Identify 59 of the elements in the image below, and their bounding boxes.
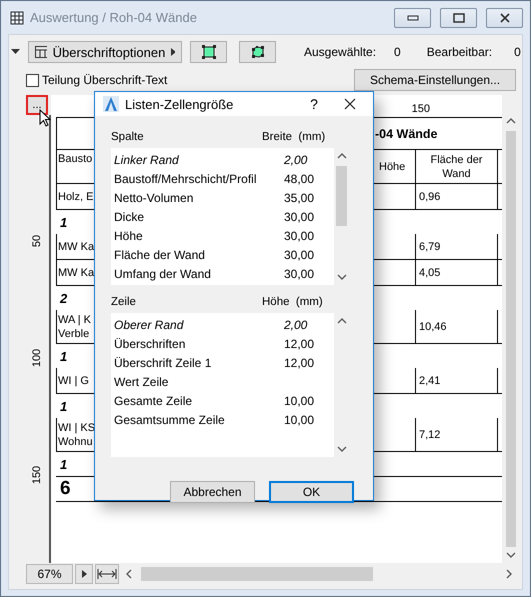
square-icon [202,45,216,59]
minimize-icon [406,14,418,20]
group-count: 1 [60,456,68,472]
group-count: 1 [60,348,68,364]
square-select-button[interactable] [190,41,227,63]
table-header-icon [35,46,47,58]
table-cell: 0,96 [416,184,498,209]
triangle-right-icon [82,570,86,578]
close-icon [498,12,510,22]
table-cell: 2,41 [416,368,498,393]
zoom-field[interactable]: 67% [26,564,73,584]
table-cell: 4,05 [416,260,498,285]
unit-heading: Breite (mm) [262,131,326,143]
group-count: 1 [60,214,68,230]
triangle-right-icon [171,48,175,56]
maximize-icon [452,12,464,22]
table-icon [10,10,24,24]
cube-icon [250,45,264,59]
heading-options-button[interactable]: Überschriftoptionen [28,41,182,63]
size-list-item[interactable]: Dicke 30,00 [111,207,334,226]
minimize-button[interactable] [394,8,431,28]
table-cell: 10,46 [416,310,498,343]
maximize-button[interactable] [440,8,477,28]
schema-settings-button[interactable]: Schema-Einstellungen... [354,69,516,91]
schedule-title: -04 Wände [375,126,438,140]
size-list-item[interactable]: Gesamte Zeile 10,00 [111,391,334,410]
checkbox-label: Teilung Überschrift-Text [42,73,168,87]
fit-width-button[interactable] [95,564,119,584]
unit-heading: Höhe (mm) [262,296,324,308]
close-icon [344,98,356,110]
close-button[interactable] [486,8,523,28]
cube-select-button[interactable] [239,41,276,63]
help-button[interactable]: ? [299,96,329,112]
table-header-cell: Fläche der Wand [416,150,498,183]
editable-label: Bearbeitbar: [426,45,492,59]
app-logo-icon [103,96,119,112]
selected-count: 0 [394,45,401,59]
window-title: Auswertung / Roh-04 Wände [30,10,198,25]
more-button[interactable]: ... [26,95,48,115]
checkbox[interactable] [26,74,39,86]
selected-label: Ausgewählte: [304,45,376,59]
dialog-title: Listen-Zellengröße [125,96,234,112]
zoom-menu-button[interactable] [75,564,93,584]
ruler-label: 100 [32,348,44,368]
ruler-label: 150 [412,103,430,115]
cancel-button[interactable]: Abbrechen [170,481,255,503]
editable-count: 0 [514,45,521,59]
table-cell: 6,79 [416,234,498,259]
column-heading: Spalte [111,131,145,143]
column-heading: Zeile [111,296,137,308]
fit-width-icon [97,569,117,579]
dropdown-triangle-icon[interactable] [11,49,20,55]
table-cell: 7,12 [416,418,498,451]
group-count: 2 [60,290,68,306]
ok-button[interactable]: OK [269,481,354,503]
group-count: 1 [60,398,68,414]
total-count: 6 [60,478,71,500]
ruler-label: 50 [32,234,44,248]
ruler-label: 150 [32,466,44,484]
